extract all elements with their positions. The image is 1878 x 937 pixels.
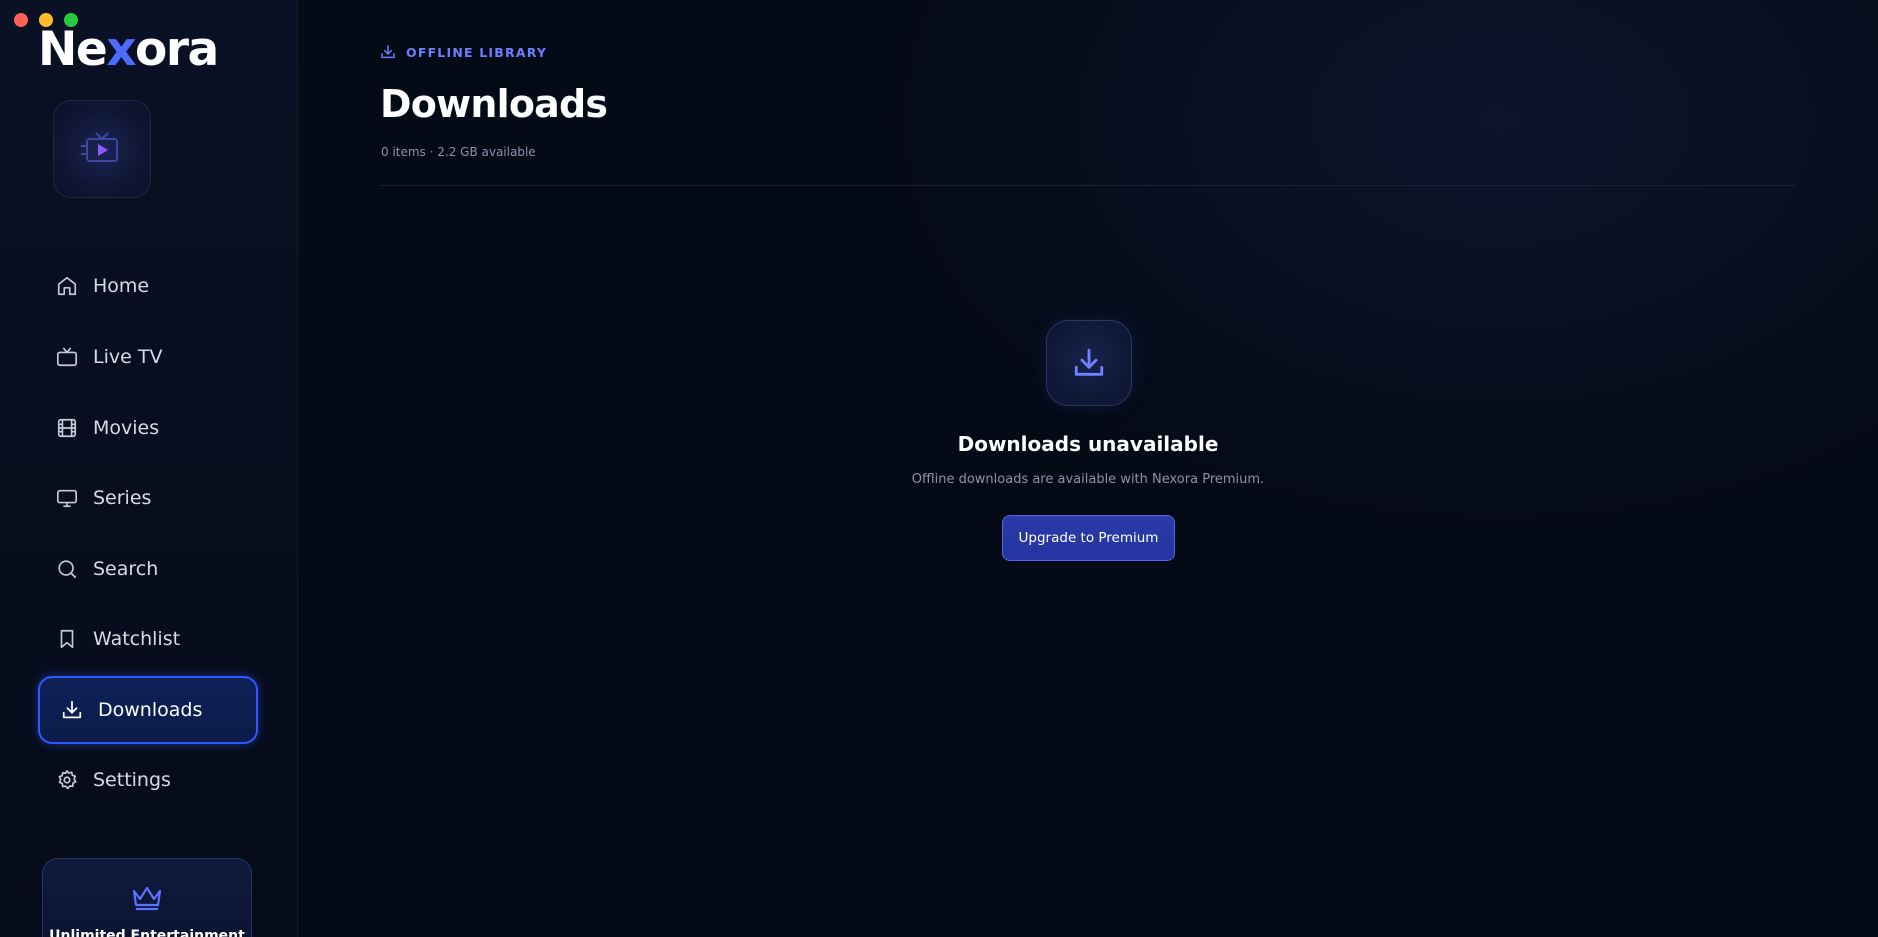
monitor-icon: [57, 489, 77, 508]
sidebar-item-label: Live TV: [93, 346, 163, 368]
sidebar-item-settings[interactable]: Settings: [38, 750, 258, 810]
section-eyebrow: OFFLINE LIBRARY: [380, 44, 547, 60]
empty-state-subtitle: Offline downloads are available with Nex…: [911, 472, 1265, 487]
sidebar-item-movies[interactable]: Movies: [38, 398, 258, 458]
sidebar-item-label: Downloads: [98, 699, 203, 721]
brand-logo-suffix: ora: [135, 22, 219, 77]
sidebar-item-live-tv[interactable]: Live TV: [38, 327, 258, 387]
page-title: Downloads: [380, 82, 608, 126]
empty-state-title: Downloads unavailable: [957, 432, 1219, 456]
search-icon: [58, 560, 77, 579]
app-window: Nexora Home Live TV Movies Series Search…: [0, 0, 1878, 937]
sidebar-item-label: Settings: [93, 769, 171, 791]
tv-icon: [57, 347, 77, 367]
brand-logo[interactable]: Nexora: [38, 22, 219, 78]
bookmark-icon: [60, 629, 74, 649]
sidebar: Nexora Home Live TV Movies Series Search…: [0, 0, 298, 937]
sidebar-item-label: Search: [93, 558, 159, 580]
empty-state-icon-tile: [1046, 320, 1132, 406]
brand-logo-x: x: [106, 22, 136, 77]
gear-icon: [58, 770, 77, 790]
main-content: OFFLINE LIBRARY Downloads 0 items · 2.2 …: [298, 0, 1878, 937]
crown-icon: [132, 886, 162, 911]
sidebar-item-watchlist[interactable]: Watchlist: [38, 609, 258, 669]
eyebrow-label: OFFLINE LIBRARY: [406, 44, 548, 60]
sidebar-item-label: Watchlist: [93, 628, 181, 650]
download-icon: [62, 700, 82, 719]
home-icon: [57, 276, 77, 296]
brand-logo-prefix: Ne: [38, 22, 108, 77]
tv-play-icon: [81, 132, 118, 162]
download-icon: [1074, 348, 1104, 376]
window-maximize-button[interactable]: [64, 13, 78, 27]
sidebar-item-search[interactable]: Search: [38, 539, 258, 599]
upgrade-to-premium-button[interactable]: Upgrade to Premium: [1002, 515, 1175, 561]
downloads-meta: 0 items · 2.2 GB available: [381, 145, 536, 159]
premium-card-title: Unlimited Entertainment: [49, 928, 245, 937]
window-close-button[interactable]: [14, 13, 28, 27]
sidebar-item-series[interactable]: Series: [38, 468, 258, 528]
sidebar-item-label: Movies: [93, 417, 160, 439]
header-divider: [380, 185, 1796, 186]
film-icon: [57, 418, 77, 438]
sidebar-item-label: Home: [93, 275, 150, 297]
sidebar-item-home[interactable]: Home: [38, 256, 258, 316]
premium-promo-card[interactable]: Unlimited Entertainment: [42, 858, 252, 937]
sidebar-item-label: Series: [93, 487, 152, 509]
download-icon: [381, 45, 395, 59]
window-controls: [14, 13, 78, 27]
sidebar-item-downloads[interactable]: Downloads: [38, 676, 258, 744]
channel-tile[interactable]: [53, 100, 151, 198]
window-minimize-button[interactable]: [39, 13, 53, 27]
